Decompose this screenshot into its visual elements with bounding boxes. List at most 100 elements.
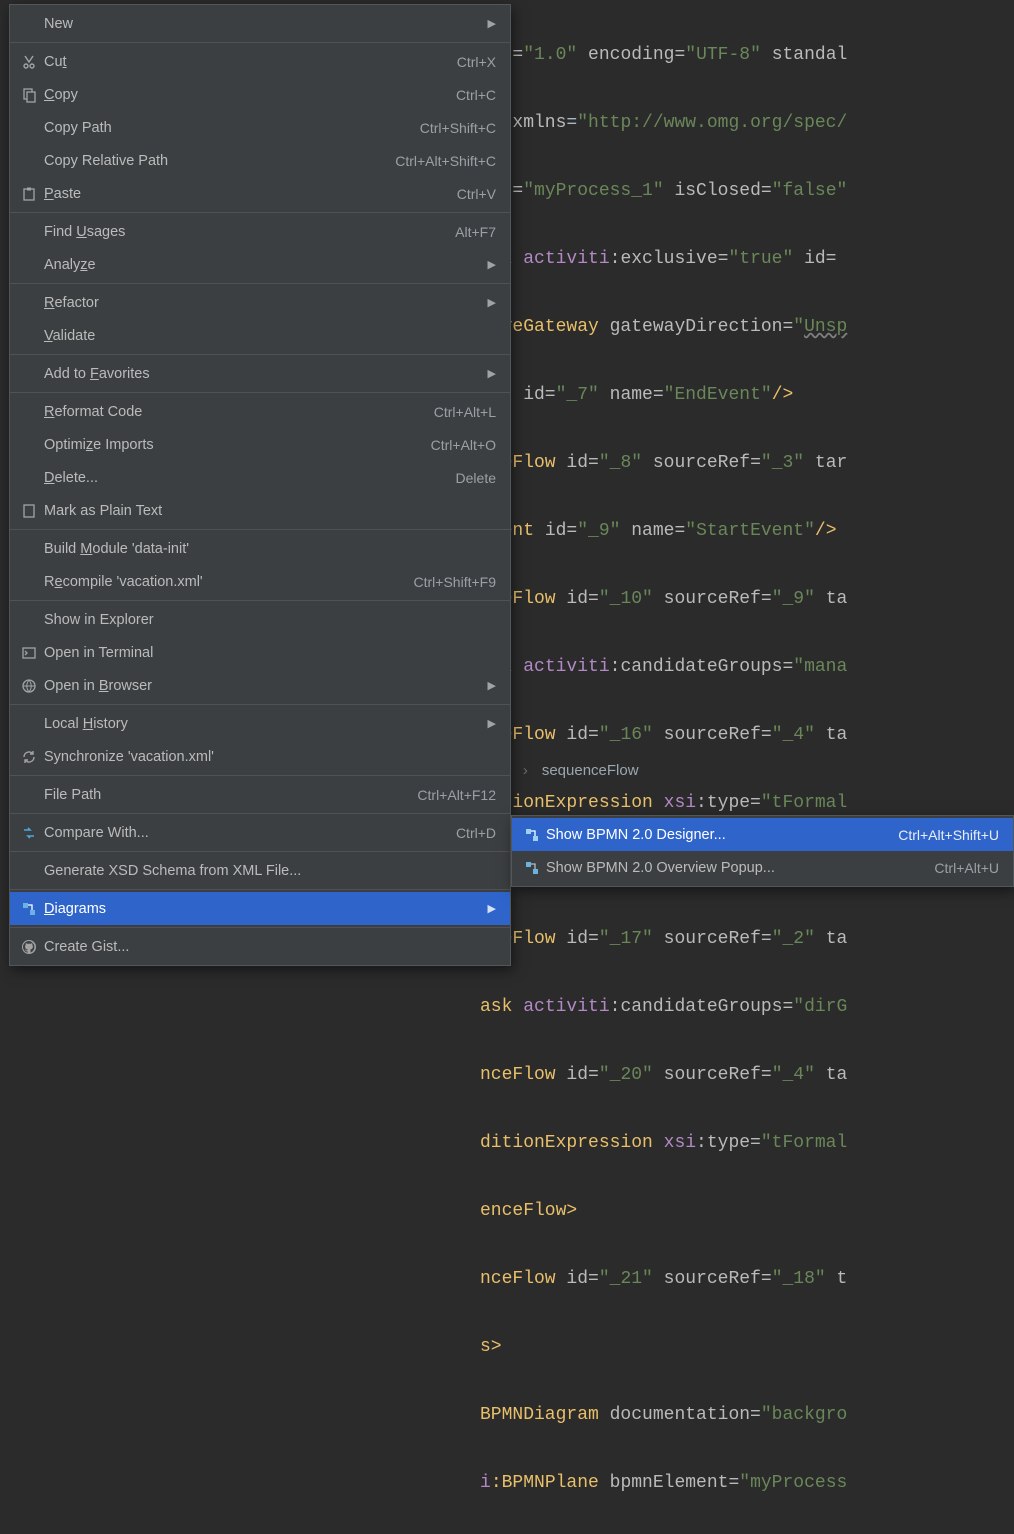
menu-item-reformat-code[interactable]: Reformat Code Ctrl+Alt+L bbox=[10, 395, 510, 428]
menu-item-add-to-favorites[interactable]: Add to Favorites ▶ bbox=[10, 357, 510, 390]
compare-icon bbox=[14, 825, 44, 841]
menu-item-recompile[interactable]: Recompile 'vacation.xml' Ctrl+Shift+F9 bbox=[10, 565, 510, 598]
menu-separator bbox=[10, 42, 510, 43]
menu-item-build-module[interactable]: Build Module 'data-init' bbox=[10, 532, 510, 565]
menu-item-label: Add to Favorites bbox=[44, 366, 480, 382]
chevron-right-icon: ▶ bbox=[488, 717, 496, 730]
github-icon bbox=[14, 939, 44, 955]
cut-icon bbox=[14, 54, 44, 70]
menu-item-analyze[interactable]: Analyze ▶ bbox=[10, 248, 510, 281]
breadcrumb-segment[interactable]: sequenceFlow bbox=[542, 762, 639, 779]
menu-item-open-in-terminal[interactable]: Open in Terminal bbox=[10, 636, 510, 669]
menu-shortcut: Ctrl+Alt+Shift+U bbox=[898, 827, 999, 843]
menu-item-create-gist[interactable]: Create Gist... bbox=[10, 930, 510, 963]
breadcrumb-separator: › bbox=[523, 762, 528, 779]
menu-shortcut: Ctrl+V bbox=[457, 186, 496, 202]
submenu-item-label: Show BPMN 2.0 Designer... bbox=[546, 827, 898, 843]
menu-separator bbox=[10, 600, 510, 601]
chevron-right-icon: ▶ bbox=[488, 679, 496, 692]
menu-separator bbox=[10, 704, 510, 705]
submenu-item-label: Show BPMN 2.0 Overview Popup... bbox=[546, 860, 934, 876]
menu-item-label: Find Usages bbox=[44, 224, 455, 240]
chevron-right-icon: ▶ bbox=[488, 296, 496, 309]
menu-shortcut: Ctrl+Alt+Shift+C bbox=[395, 153, 496, 169]
menu-shortcut: Ctrl+Alt+U bbox=[934, 860, 999, 876]
menu-shortcut: Ctrl+Alt+F12 bbox=[417, 787, 496, 803]
menu-item-find-usages[interactable]: Find Usages Alt+F7 bbox=[10, 215, 510, 248]
menu-item-label: Generate XSD Schema from XML File... bbox=[44, 863, 496, 879]
menu-item-generate-xsd[interactable]: Generate XSD Schema from XML File... bbox=[10, 854, 510, 887]
diagrams-submenu: Show BPMN 2.0 Designer... Ctrl+Alt+Shift… bbox=[511, 815, 1014, 887]
file-icon bbox=[14, 503, 44, 519]
menu-shortcut: Delete bbox=[456, 470, 496, 486]
menu-item-label: Analyze bbox=[44, 257, 480, 273]
menu-item-label: Paste bbox=[44, 186, 457, 202]
menu-item-delete[interactable]: Delete... Delete bbox=[10, 461, 510, 494]
submenu-item-show-designer[interactable]: Show BPMN 2.0 Designer... Ctrl+Alt+Shift… bbox=[512, 818, 1013, 851]
sync-icon bbox=[14, 749, 44, 765]
menu-item-label: Show in Explorer bbox=[44, 612, 496, 628]
menu-separator bbox=[10, 354, 510, 355]
menu-shortcut: Ctrl+Alt+O bbox=[431, 437, 496, 453]
menu-item-copy-path[interactable]: Copy Path Ctrl+Shift+C bbox=[10, 111, 510, 144]
menu-item-label: Synchronize 'vacation.xml' bbox=[44, 749, 496, 765]
menu-separator bbox=[10, 889, 510, 890]
menu-item-label: Copy Path bbox=[44, 120, 420, 136]
menu-item-label: Recompile 'vacation.xml' bbox=[44, 574, 414, 590]
menu-item-label: Mark as Plain Text bbox=[44, 503, 496, 519]
submenu-item-show-overview[interactable]: Show BPMN 2.0 Overview Popup... Ctrl+Alt… bbox=[512, 851, 1013, 884]
menu-item-label: Cut bbox=[44, 54, 457, 70]
menu-item-label: Local History bbox=[44, 716, 480, 732]
menu-item-cut[interactable]: Cut Ctrl+X bbox=[10, 45, 510, 78]
menu-shortcut: Ctrl+X bbox=[457, 54, 496, 70]
menu-separator bbox=[10, 775, 510, 776]
menu-item-label: Validate bbox=[44, 328, 496, 344]
menu-item-file-path[interactable]: File Path Ctrl+Alt+F12 bbox=[10, 778, 510, 811]
menu-item-refactor[interactable]: Refactor ▶ bbox=[10, 286, 510, 319]
menu-item-mark-as-plain-text[interactable]: Mark as Plain Text bbox=[10, 494, 510, 527]
menu-item-copy[interactable]: Copy Ctrl+C bbox=[10, 78, 510, 111]
browser-icon bbox=[14, 678, 44, 694]
menu-item-compare-with[interactable]: Compare With... Ctrl+D bbox=[10, 816, 510, 849]
menu-item-label: Refactor bbox=[44, 295, 480, 311]
menu-item-label: File Path bbox=[44, 787, 417, 803]
menu-separator bbox=[10, 212, 510, 213]
diagram-icon bbox=[14, 901, 44, 917]
menu-item-show-in-explorer[interactable]: Show in Explorer bbox=[10, 603, 510, 636]
context-menu: New ▶ Cut Ctrl+X Copy Ctrl+C Copy Path C… bbox=[9, 4, 511, 966]
menu-shortcut: Alt+F7 bbox=[455, 224, 496, 240]
menu-item-label: Optimize Imports bbox=[44, 437, 431, 453]
menu-item-diagrams[interactable]: Diagrams ▶ bbox=[10, 892, 510, 925]
chevron-right-icon: ▶ bbox=[488, 17, 496, 30]
menu-shortcut: Ctrl+Alt+L bbox=[434, 404, 496, 420]
menu-item-label: New bbox=[44, 16, 480, 32]
menu-item-label: Copy Relative Path bbox=[44, 153, 395, 169]
menu-item-label: Build Module 'data-init' bbox=[44, 541, 496, 557]
chevron-right-icon: ▶ bbox=[488, 258, 496, 271]
menu-item-local-history[interactable]: Local History ▶ bbox=[10, 707, 510, 740]
diagram-icon bbox=[518, 860, 546, 876]
menu-shortcut: Ctrl+C bbox=[456, 87, 496, 103]
menu-item-validate[interactable]: Validate bbox=[10, 319, 510, 352]
menu-item-synchronize[interactable]: Synchronize 'vacation.xml' bbox=[10, 740, 510, 773]
menu-item-new[interactable]: New ▶ bbox=[10, 7, 510, 40]
copy-icon bbox=[14, 87, 44, 103]
menu-item-label: Copy bbox=[44, 87, 456, 103]
menu-item-paste[interactable]: Paste Ctrl+V bbox=[10, 177, 510, 210]
menu-shortcut: Ctrl+D bbox=[456, 825, 496, 841]
menu-item-copy-relative-path[interactable]: Copy Relative Path Ctrl+Alt+Shift+C bbox=[10, 144, 510, 177]
chevron-right-icon: ▶ bbox=[488, 367, 496, 380]
menu-separator bbox=[10, 851, 510, 852]
menu-item-label: Reformat Code bbox=[44, 404, 434, 420]
menu-separator bbox=[10, 927, 510, 928]
menu-item-open-in-browser[interactable]: Open in Browser ▶ bbox=[10, 669, 510, 702]
menu-item-optimize-imports[interactable]: Optimize Imports Ctrl+Alt+O bbox=[10, 428, 510, 461]
paste-icon bbox=[14, 186, 44, 202]
menu-separator bbox=[10, 813, 510, 814]
menu-item-label: Create Gist... bbox=[44, 939, 496, 955]
menu-shortcut: Ctrl+Shift+F9 bbox=[414, 574, 496, 590]
menu-separator bbox=[10, 392, 510, 393]
diagram-icon bbox=[518, 827, 546, 843]
menu-item-label: Open in Browser bbox=[44, 678, 480, 694]
menu-item-label: Diagrams bbox=[44, 901, 480, 917]
